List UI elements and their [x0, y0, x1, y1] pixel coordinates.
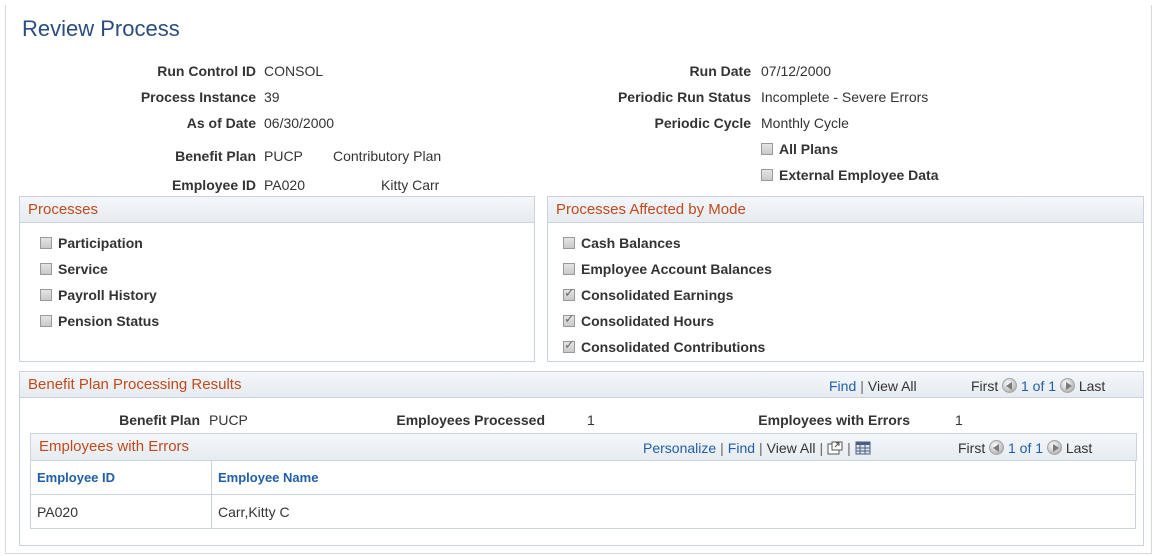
- run-control-id-label: Run Control ID: [157, 63, 256, 79]
- employees-with-errors-value: 1: [955, 412, 963, 428]
- col-employee-id[interactable]: Employee ID: [30, 460, 212, 495]
- errors-grid-pager: First 1 of 1 Last: [958, 440, 1092, 456]
- affected-item-2[interactable]: Consolidated Earnings: [563, 286, 734, 303]
- errors-first[interactable]: First: [958, 440, 985, 456]
- errors-view-all[interactable]: View All: [767, 440, 816, 456]
- processes-item-label: Service: [58, 261, 108, 277]
- employees-with-errors-label: Employees with Errors: [758, 412, 910, 428]
- as-of-date-label: As of Date: [186, 115, 256, 131]
- errors-nav-prev-icon[interactable]: [989, 440, 1005, 455]
- personalize-link[interactable]: Personalize: [643, 440, 716, 456]
- as-of-date-value: 06/30/2000: [264, 115, 335, 131]
- checkbox-icon[interactable]: [40, 315, 52, 327]
- periodic-cycle-value: Monthly Cycle: [761, 115, 849, 131]
- affected-item-label: Cash Balances: [581, 235, 681, 251]
- affected-item-1[interactable]: Employee Account Balances: [563, 261, 772, 277]
- checkbox-icon[interactable]: [40, 263, 52, 275]
- checkbox-icon[interactable]: [563, 338, 575, 353]
- affected-item-label: Consolidated Contributions: [581, 339, 766, 355]
- benefit-plan-value: PUCP: [264, 148, 303, 164]
- checkbox-icon[interactable]: [563, 312, 575, 327]
- benefit-plan-description: Contributory Plan: [333, 148, 442, 164]
- table-row: PA020 Carr,Kitty C: [30, 494, 1136, 529]
- errors-find-link[interactable]: Find: [728, 440, 755, 456]
- checkbox-icon[interactable]: [40, 289, 52, 301]
- results-find-link[interactable]: Find: [829, 378, 856, 394]
- affected-item-label: Employee Account Balances: [581, 261, 772, 277]
- affected-item-0[interactable]: Cash Balances: [563, 235, 681, 251]
- processes-group-title: Processes: [20, 197, 534, 223]
- processes-item-2[interactable]: Payroll History: [40, 287, 157, 303]
- employee-id-value: PA020: [264, 177, 305, 193]
- results-nav: Find | View All: [829, 378, 917, 394]
- external-employee-data-checkbox-row[interactable]: External Employee Data: [761, 167, 939, 183]
- affected-item-4[interactable]: Consolidated Contributions: [563, 338, 766, 355]
- employee-id-label: Employee ID: [171, 177, 256, 193]
- process-instance-value: 39: [264, 89, 280, 105]
- affected-item-3[interactable]: Consolidated Hours: [563, 312, 715, 329]
- affected-item-label: Consolidated Hours: [581, 313, 715, 329]
- row-employee-name: Carr,Kitty C: [211, 494, 1136, 529]
- run-date-label: Run Date: [689, 63, 751, 79]
- employee-name-value: Kitty Carr: [381, 177, 440, 193]
- processes-item-1[interactable]: Service: [40, 261, 108, 277]
- nav-next-icon[interactable]: [1059, 378, 1075, 393]
- results-benefit-plan-value: PUCP: [209, 412, 248, 428]
- periodic-run-status-value: Incomplete - Severe Errors: [761, 89, 929, 105]
- employees-processed-label: Employees Processed: [396, 412, 545, 428]
- periodic-run-status-label: Periodic Run Status: [617, 89, 751, 105]
- nav-prev-icon[interactable]: [1002, 378, 1018, 393]
- errors-range: 1 of 1: [1008, 440, 1044, 456]
- run-control-id-value: CONSOL: [264, 63, 324, 79]
- affected-group: Processes Affected by Mode: [547, 196, 1144, 362]
- run-date-value: 07/12/2000: [761, 63, 832, 79]
- processes-item-0[interactable]: Participation: [40, 235, 143, 251]
- affected-item-label: Consolidated Earnings: [581, 287, 734, 303]
- external-employee-data-checkbox-icon[interactable]: [761, 169, 773, 181]
- download-grid-icon[interactable]: [855, 441, 871, 458]
- results-range: 1 of 1: [1021, 378, 1057, 394]
- errors-last[interactable]: Last: [1066, 440, 1092, 456]
- processes-group: Processes: [19, 196, 535, 362]
- zoom-icon[interactable]: [827, 441, 843, 458]
- errors-grid-header-row: Employee ID Employee Name: [30, 460, 1136, 495]
- page-title: Review Process: [22, 16, 180, 41]
- processes-item-label: Payroll History: [58, 287, 157, 303]
- results-last[interactable]: Last: [1079, 378, 1105, 394]
- checkbox-icon[interactable]: [563, 237, 575, 249]
- all-plans-label: All Plans: [779, 141, 839, 157]
- results-first[interactable]: First: [971, 378, 998, 394]
- benefit-plan-label: Benefit Plan: [175, 148, 256, 164]
- all-plans-checkbox-icon[interactable]: [761, 143, 773, 155]
- process-instance-label: Process Instance: [140, 89, 256, 105]
- external-employee-data-label: External Employee Data: [779, 167, 939, 183]
- checkbox-icon[interactable]: [563, 263, 575, 275]
- results-view-all[interactable]: View All: [868, 378, 917, 394]
- processes-item-label: Pension Status: [58, 313, 160, 329]
- results-pager: First 1 of 1 Last: [971, 378, 1105, 394]
- employees-processed-value: 1: [587, 412, 595, 428]
- processes-item-label: Participation: [58, 235, 143, 251]
- col-employee-name[interactable]: Employee Name: [211, 460, 1136, 495]
- errors-nav-next-icon[interactable]: [1046, 440, 1062, 455]
- checkbox-icon[interactable]: [563, 286, 575, 301]
- results-benefit-plan-label: Benefit Plan: [119, 412, 200, 428]
- errors-grid-table: Employee ID Employee Name PA020 Carr,Kit…: [30, 460, 1136, 529]
- affected-group-title: Processes Affected by Mode: [548, 197, 1143, 223]
- processes-item-3[interactable]: Pension Status: [40, 313, 159, 329]
- row-employee-id: PA020: [30, 494, 212, 529]
- periodic-cycle-label: Periodic Cycle: [654, 115, 752, 131]
- errors-grid-toolbar: Personalize | Find | View All | |: [643, 440, 871, 458]
- all-plans-checkbox-row[interactable]: All Plans: [761, 141, 838, 157]
- checkbox-icon[interactable]: [40, 237, 52, 249]
